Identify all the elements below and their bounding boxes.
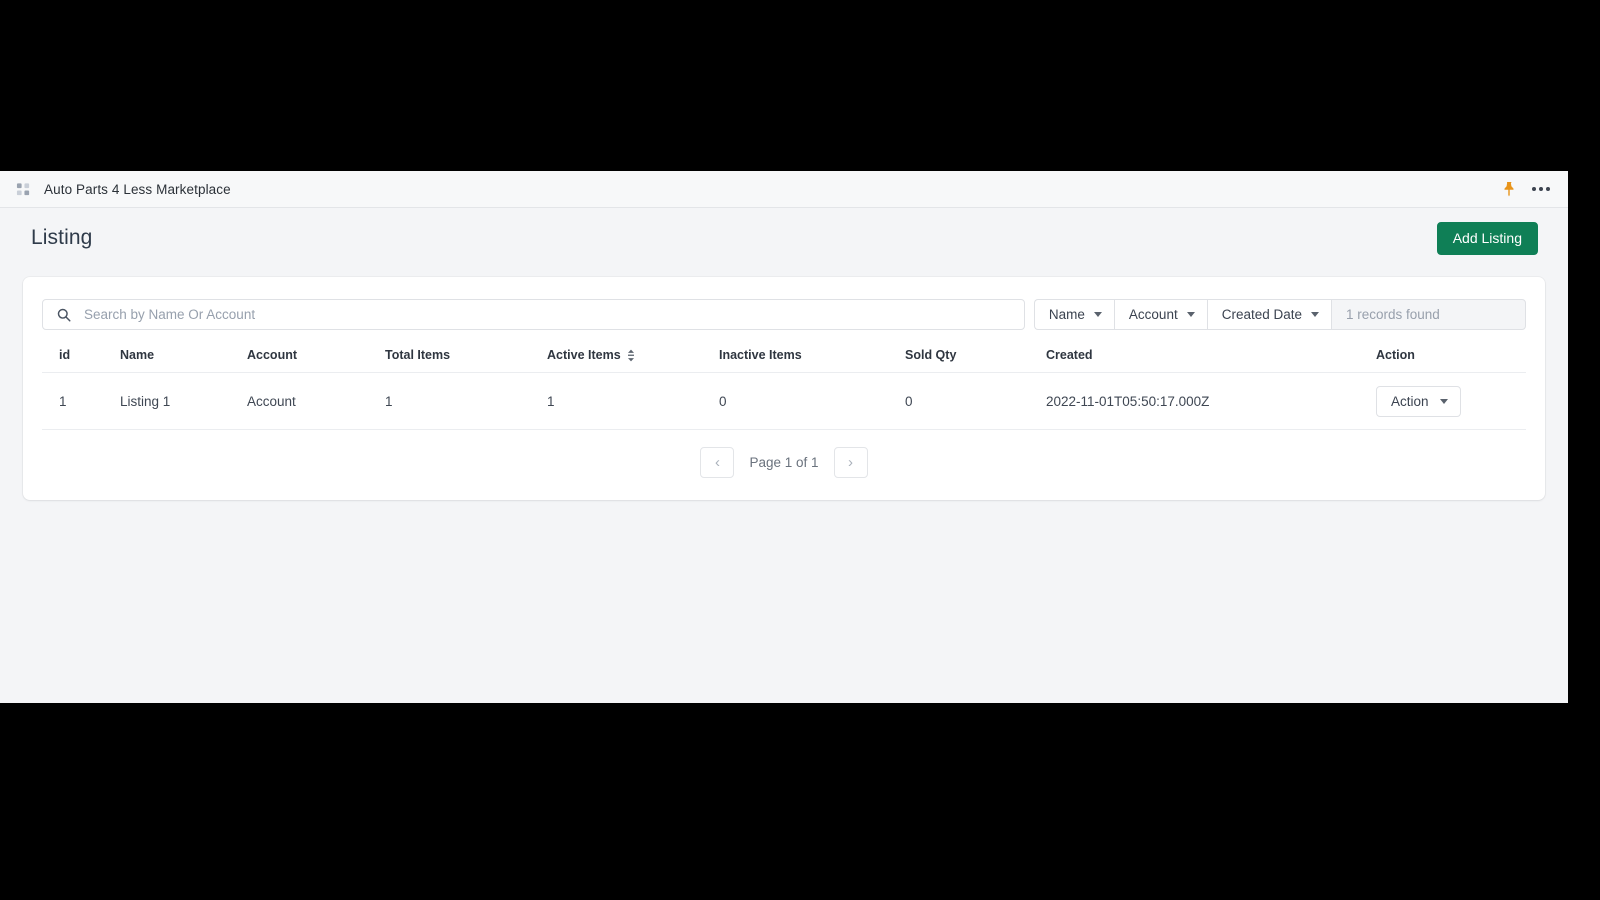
chevron-down-icon xyxy=(1186,312,1195,317)
filter-name-label: Name xyxy=(1048,307,1085,322)
column-header-account: Account xyxy=(247,337,385,373)
records-found-box: 1 records found xyxy=(1331,299,1526,330)
column-label-id: id xyxy=(59,348,71,362)
listing-card: Name Account Created Date 1 records foun… xyxy=(23,277,1545,500)
app-bar-title: Auto Parts 4 Less Marketplace xyxy=(44,181,231,197)
column-label-active-items: Active Items xyxy=(547,348,621,362)
page-indicator: Page 1 of 1 xyxy=(749,455,819,470)
row-action-label: Action xyxy=(1391,394,1429,409)
column-header-inactive-items: Inactive Items xyxy=(719,337,905,373)
sort-icon[interactable] xyxy=(627,349,635,362)
table-body: 1 Listing 1 Account 1 1 0 0 2022-11-01T0… xyxy=(42,372,1526,430)
chevron-down-icon xyxy=(1093,312,1102,317)
table-row[interactable]: 1 Listing 1 Account 1 1 0 0 2022-11-01T0… xyxy=(42,372,1526,430)
cell-id: 1 xyxy=(42,372,120,430)
column-header-sold-qty: Sold Qty xyxy=(905,337,1046,373)
ellipsis-icon[interactable] xyxy=(1532,181,1550,197)
prev-page-button[interactable]: ‹ xyxy=(700,447,735,478)
table-head: id Name Account Total Items Active Items xyxy=(42,337,1526,373)
filter-account-dropdown[interactable]: Account xyxy=(1113,299,1207,330)
page-title: Listing xyxy=(31,226,93,249)
cell-name: Listing 1 xyxy=(120,372,247,430)
cell-sold-qty: 0 xyxy=(905,372,1046,430)
cell-total-items: 1 xyxy=(385,372,547,430)
search-box[interactable] xyxy=(42,299,1025,330)
column-header-created: Created xyxy=(1046,337,1376,373)
filter-name-dropdown[interactable]: Name xyxy=(1033,299,1114,330)
filter-account-label: Account xyxy=(1128,307,1178,322)
table-header-row: id Name Account Total Items Active Items xyxy=(42,337,1526,373)
app-bar: Auto Parts 4 Less Marketplace xyxy=(0,171,1568,208)
filter-created-date-dropdown[interactable]: Created Date xyxy=(1206,299,1331,330)
filter-created-date-label: Created Date xyxy=(1221,307,1302,322)
row-action-dropdown[interactable]: Action xyxy=(1376,386,1461,417)
search-input[interactable] xyxy=(84,307,1014,322)
table-toolbar: Name Account Created Date 1 records foun… xyxy=(42,299,1526,330)
column-header-action: Action xyxy=(1376,337,1526,373)
column-label-action: Action xyxy=(1376,348,1415,362)
cell-account: Account xyxy=(247,372,385,430)
chevron-down-icon xyxy=(1439,399,1448,404)
page-header: Listing Add Listing xyxy=(0,208,1568,268)
next-page-button[interactable]: › xyxy=(833,447,868,478)
column-header-active-items[interactable]: Active Items xyxy=(547,337,719,373)
column-label-sold-qty: Sold Qty xyxy=(905,348,957,362)
listing-table: id Name Account Total Items Active Items xyxy=(42,337,1526,430)
pagination: ‹ Page 1 of 1 › xyxy=(42,430,1526,482)
filter-group: Name Account Created Date 1 records foun… xyxy=(1033,299,1526,330)
cell-created: 2022-11-01T05:50:17.000Z xyxy=(1046,372,1376,430)
pin-icon[interactable] xyxy=(1502,181,1516,197)
chevron-down-icon xyxy=(1311,312,1319,317)
cell-action: Action xyxy=(1376,372,1526,430)
cell-active-items: 1 xyxy=(547,372,719,430)
column-header-total-items: Total Items xyxy=(385,337,547,373)
add-listing-button[interactable]: Add Listing xyxy=(1436,221,1538,255)
app-bar-right xyxy=(1502,181,1554,197)
column-header-id: id xyxy=(42,337,120,373)
column-label-total-items: Total Items xyxy=(385,348,451,362)
column-label-account: Account xyxy=(247,348,297,362)
app-grid-icon xyxy=(16,182,31,197)
column-label-inactive-items: Inactive Items xyxy=(719,348,802,362)
column-label-created: Created xyxy=(1046,348,1093,362)
search-icon xyxy=(57,308,71,322)
cell-inactive-items: 0 xyxy=(719,372,905,430)
app-viewport: Auto Parts 4 Less Marketplace Listing Ad… xyxy=(0,171,1568,703)
column-label-name: Name xyxy=(120,348,155,362)
records-found-label: 1 records found xyxy=(1346,307,1440,322)
column-header-name: Name xyxy=(120,337,247,373)
app-bar-left: Auto Parts 4 Less Marketplace xyxy=(16,182,231,197)
